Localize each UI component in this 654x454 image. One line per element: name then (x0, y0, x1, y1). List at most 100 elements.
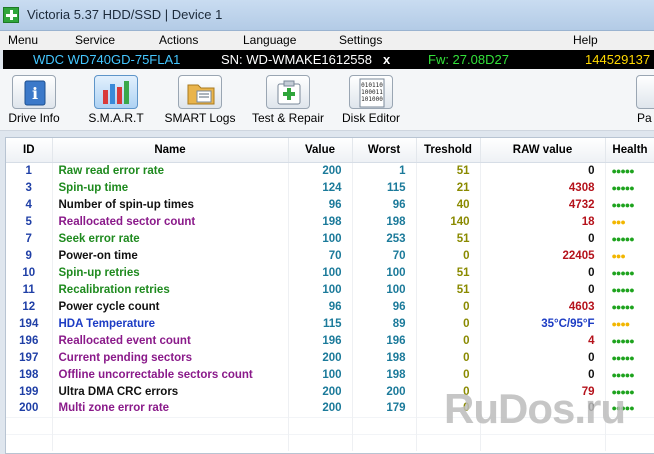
smart-logs-button[interactable]: SMART Logs (164, 69, 236, 131)
menu-language[interactable]: Language (243, 33, 296, 47)
cell-value: 96 (288, 196, 353, 213)
cell-id: 7 (6, 230, 53, 247)
empty-cell (6, 433, 53, 451)
col-worst[interactable]: Worst (352, 138, 417, 163)
table-row[interactable]: 12 Power cycle count 96 96 0 4603 ●●●●● (6, 298, 654, 315)
cell-value: 200 (288, 162, 353, 179)
table-row[interactable]: 5 Reallocated sector count 198 198 140 18 ●●● (6, 213, 654, 230)
cell-value: 198 (288, 213, 353, 230)
svg-text:100011: 100011 (361, 89, 383, 96)
drive-close-button[interactable]: x (383, 52, 390, 67)
empty-cell (288, 416, 353, 434)
cell-worst: 100 (352, 281, 417, 298)
empty-cell (480, 433, 606, 451)
smart-button[interactable]: S.M.A.R.T (86, 69, 146, 131)
table-row[interactable]: 1 Raw read error rate 200 1 51 0 ●●●●● (6, 162, 654, 179)
cell-name: Reallocated sector count (52, 213, 289, 230)
partial-toolbar-button[interactable]: Pa (632, 69, 654, 131)
partial-label: Pa (637, 111, 652, 125)
cell-value: 200 (288, 349, 353, 366)
col-value[interactable]: Value (288, 138, 353, 163)
drive-firmware: Fw: 27.08D27 (428, 52, 509, 67)
table-row[interactable]: 198 Offline uncorrectable sectors count 10… (6, 366, 654, 383)
cell-threshold: 0 (416, 298, 481, 315)
cell-worst: 198 (352, 349, 417, 366)
cell-raw: 4732 (480, 196, 606, 213)
watermark: RuDos.ru (444, 385, 626, 432)
cell-raw: 4308 (480, 179, 606, 196)
cell-id: 194 (6, 315, 53, 332)
col-id[interactable]: ID (6, 138, 53, 163)
cell-threshold: 40 (416, 196, 481, 213)
table-row[interactable]: 9 Power-on time 70 70 0 22405 ●●● (6, 247, 654, 264)
table-row[interactable]: 4 Number of spin-up times 96 96 40 4732 ●●●●● (6, 196, 654, 213)
cell-raw: 0 (480, 230, 606, 247)
table-row[interactable]: 7 Seek error rate 100 253 51 0 ●●●●● (6, 230, 654, 247)
cell-worst: 196 (352, 332, 417, 349)
empty-cell (288, 433, 353, 451)
cell-worst: 198 (352, 213, 417, 230)
cell-id: 197 (6, 349, 53, 366)
cell-raw: 4 (480, 332, 606, 349)
cell-id: 9 (6, 247, 53, 264)
health-indicator: ●●●● (605, 315, 654, 332)
col-name[interactable]: Name (52, 138, 289, 163)
cell-name: Power-on time (52, 247, 289, 264)
health-indicator: ●●●●● (605, 230, 654, 247)
cell-value: 196 (288, 332, 353, 349)
cell-value: 100 (288, 230, 353, 247)
cell-id: 10 (6, 264, 53, 281)
cell-value: 200 (288, 383, 353, 400)
menu-service[interactable]: Service (75, 33, 115, 47)
health-indicator: ●●●●● (605, 179, 654, 196)
health-indicator: ●●●●● (605, 298, 654, 315)
cell-threshold: 0 (416, 349, 481, 366)
menu-help[interactable]: Help (573, 33, 598, 47)
window-title: Victoria 5.37 HDD/SSD | Device 1 (27, 7, 223, 22)
empty-cell (52, 416, 289, 434)
table-row[interactable]: 3 Spin-up time 124 115 21 4308 ●●●●● (6, 179, 654, 196)
cell-id: 5 (6, 213, 53, 230)
menu-settings[interactable]: Settings (339, 33, 382, 47)
cell-name: Raw read error rate (52, 162, 289, 179)
cell-raw: 4603 (480, 298, 606, 315)
empty-cell (6, 416, 53, 434)
cell-worst: 179 (352, 400, 417, 417)
drive-lba: 144529137 L (585, 52, 654, 67)
test-repair-button[interactable]: Test & Repair (248, 69, 328, 131)
health-indicator: ●●●●● (605, 366, 654, 383)
cell-value: 100 (288, 264, 353, 281)
col-raw[interactable]: RAW value (480, 138, 606, 163)
cell-worst: 89 (352, 315, 417, 332)
table-row[interactable]: 11 Recalibration retries 100 100 51 0 ●●●●● (6, 281, 654, 298)
cell-value: 200 (288, 400, 353, 417)
table-header: ID Name Value Worst Treshold RAW value H… (6, 138, 654, 163)
cell-name: Power cycle count (52, 298, 289, 315)
empty-cell (352, 416, 417, 434)
menu-menu[interactable]: Menu (8, 33, 38, 47)
health-indicator: ●●● (605, 213, 654, 230)
empty-cell (416, 433, 481, 451)
health-indicator: ●●●●● (605, 349, 654, 366)
disk-editor-label: Disk Editor (341, 111, 400, 125)
health-indicator: ●●●●● (605, 196, 654, 213)
table-row[interactable]: 10 Spin-up retries 100 100 51 0 ●●●●● (6, 264, 654, 281)
cell-worst: 1 (352, 162, 417, 179)
disk-editor-button[interactable]: 010110 100011 101000 Disk Editor (338, 69, 404, 131)
cell-raw: 18 (480, 213, 606, 230)
table-row[interactable]: 197 Current pending sectors 200 198 0 0 ●●●●● (6, 349, 654, 366)
cell-name: Spin-up time (52, 179, 289, 196)
smart-label: S.M.A.R.T (88, 111, 144, 125)
menu-actions[interactable]: Actions (159, 33, 198, 47)
table-row[interactable]: 196 Reallocated event count 196 196 0 4 ●●●●● (6, 332, 654, 349)
drive-info-button[interactable]: i Drive Info (4, 69, 64, 131)
cell-threshold: 0 (416, 315, 481, 332)
cell-name: Multi zone error rate (52, 400, 289, 417)
col-threshold[interactable]: Treshold (416, 138, 481, 163)
col-health[interactable]: Health (605, 138, 654, 163)
cell-worst: 96 (352, 298, 417, 315)
table-row[interactable]: 194 HDA Temperature 115 89 0 35°C/95°F ●●●● (6, 315, 654, 332)
cell-threshold: 0 (416, 247, 481, 264)
cell-threshold: 51 (416, 230, 481, 247)
drive-serial: SN: WD-WMAKE1612558 (221, 52, 372, 67)
